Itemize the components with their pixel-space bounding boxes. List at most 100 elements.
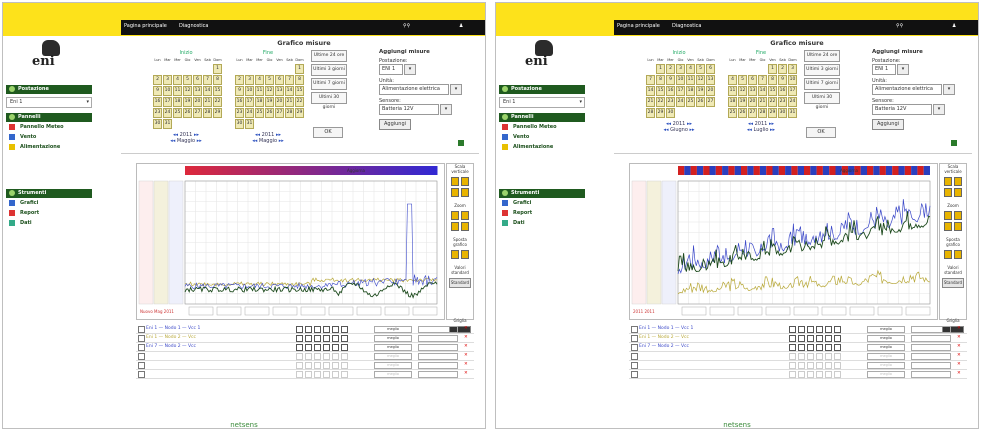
- series-checkbox[interactable]: [138, 326, 145, 333]
- calendar-day[interactable]: 23: [153, 108, 162, 118]
- left-arrow-icon[interactable]: [944, 250, 952, 259]
- calendar-day[interactable]: 4: [255, 75, 264, 85]
- breadcrumb-home[interactable]: Pagina principale: [124, 23, 167, 29]
- expand-icon[interactable]: [944, 188, 952, 197]
- calendar-day[interactable]: 31: [245, 119, 254, 129]
- series-extra-field[interactable]: [911, 344, 951, 351]
- color-icon[interactable]: [314, 362, 321, 369]
- calendar-day[interactable]: 3: [163, 75, 172, 85]
- radio-icon[interactable]: [296, 344, 303, 351]
- calendar-day[interactable]: 5: [265, 75, 274, 85]
- expand-icon[interactable]: [451, 188, 459, 197]
- close-icon[interactable]: ✕: [957, 352, 961, 360]
- close-icon[interactable]: ✕: [957, 370, 961, 378]
- calendar-day[interactable]: 22: [656, 97, 665, 107]
- calendar-day[interactable]: 27: [275, 108, 284, 118]
- calendar-day[interactable]: 12: [738, 86, 747, 96]
- chevron-down-icon[interactable]: ▾: [897, 64, 909, 75]
- calendar-day[interactable]: 18: [686, 86, 695, 96]
- calendar-day[interactable]: 6: [706, 64, 715, 74]
- calendar-day[interactable]: 20: [748, 97, 757, 107]
- plus-icon[interactable]: [451, 177, 459, 186]
- sensore-dropdown[interactable]: Batteria 12V ▾: [872, 104, 945, 115]
- calendar-day[interactable]: 19: [696, 86, 705, 96]
- calendar-day[interactable]: 13: [193, 86, 202, 96]
- color-icon[interactable]: [807, 326, 814, 333]
- calendar-day[interactable]: 3: [245, 75, 254, 85]
- series-checkbox[interactable]: [631, 326, 638, 333]
- user-icon[interactable]: ♟: [459, 23, 463, 29]
- calendar-day[interactable]: 17: [676, 86, 685, 96]
- sidebar-item-grafici[interactable]: Grafici: [499, 198, 585, 208]
- lock-icon[interactable]: [305, 326, 312, 333]
- series-scale-select[interactable]: meglio: [867, 371, 905, 378]
- calendar-day[interactable]: 8: [656, 75, 665, 85]
- marker-icon[interactable]: [825, 344, 832, 351]
- marker-icon[interactable]: [825, 362, 832, 369]
- minus-icon[interactable]: [954, 177, 962, 186]
- update-link[interactable]: Aggiorna: [347, 168, 365, 173]
- marker-icon[interactable]: [332, 335, 339, 342]
- prev-icon[interactable]: ◂◂: [747, 127, 752, 133]
- series-checkbox[interactable]: [631, 371, 638, 378]
- left-arrow-icon[interactable]: [451, 250, 459, 259]
- prev-icon[interactable]: ◂◂: [170, 138, 175, 144]
- calendar-day[interactable]: 6: [193, 75, 202, 85]
- calendar-day[interactable]: 27: [706, 97, 715, 107]
- axis-icon[interactable]: [834, 353, 841, 360]
- series-checkbox[interactable]: [138, 335, 145, 342]
- marker-icon[interactable]: [332, 344, 339, 351]
- sidebar-item-vento[interactable]: Vento: [6, 132, 92, 142]
- calendar-day[interactable]: 18: [728, 97, 737, 107]
- color-icon[interactable]: [314, 326, 321, 333]
- sidebar-item-report[interactable]: Report: [6, 208, 92, 218]
- calendar-day[interactable]: 25: [728, 108, 737, 118]
- calendar-day[interactable]: 21: [646, 97, 655, 107]
- calendar-day[interactable]: 21: [285, 97, 294, 107]
- calendar-day[interactable]: 14: [646, 86, 655, 96]
- line-style-icon[interactable]: [323, 326, 330, 333]
- right-arrow-icon[interactable]: [954, 250, 962, 259]
- chevron-down-icon[interactable]: ▾: [450, 84, 462, 95]
- calendar-day[interactable]: 26: [265, 108, 274, 118]
- calendar-day[interactable]: 8: [768, 75, 777, 85]
- radio-icon[interactable]: [789, 362, 796, 369]
- series-extra-field[interactable]: [911, 326, 951, 333]
- add-button[interactable]: Aggiungi: [379, 119, 411, 130]
- calendar-day[interactable]: 1: [768, 64, 777, 74]
- calendar-day[interactable]: 13: [706, 75, 715, 85]
- calendar-day[interactable]: 17: [163, 97, 172, 107]
- calendar-day[interactable]: 25: [686, 97, 695, 107]
- postazione-select[interactable]: Eni 1 ▾: [499, 97, 585, 108]
- quick-7d-button[interactable]: Ultimi 7 giorni: [311, 78, 347, 90]
- series-extra-field[interactable]: [418, 335, 458, 342]
- zoom-fit-icon[interactable]: [944, 222, 952, 231]
- axis-icon[interactable]: [341, 326, 348, 333]
- export-icon[interactable]: [951, 140, 957, 146]
- color-icon[interactable]: [807, 344, 814, 351]
- calendar-day[interactable]: 6: [748, 75, 757, 85]
- series-scale-select[interactable]: meglio: [867, 335, 905, 342]
- axis-icon[interactable]: [341, 335, 348, 342]
- calendar-day[interactable]: 8: [295, 75, 304, 85]
- calendar-day[interactable]: 8: [213, 75, 222, 85]
- axis-icon[interactable]: [341, 344, 348, 351]
- quick-30d-button[interactable]: Ultimi 30 giorni: [311, 92, 347, 110]
- calendar-day[interactable]: 4: [686, 64, 695, 74]
- calendar-day[interactable]: 29: [213, 108, 222, 118]
- series-extra-field[interactable]: [911, 353, 951, 360]
- radio-icon[interactable]: [789, 326, 796, 333]
- color-icon[interactable]: [314, 335, 321, 342]
- calendar-day[interactable]: 10: [788, 75, 797, 85]
- axis-icon[interactable]: [834, 344, 841, 351]
- calendar-day[interactable]: 30: [235, 119, 244, 129]
- zoom-out-icon[interactable]: [954, 211, 962, 220]
- calendar-day[interactable]: 2: [235, 75, 244, 85]
- radio-icon[interactable]: [296, 353, 303, 360]
- calendar-day[interactable]: 29: [295, 108, 304, 118]
- calendar-day[interactable]: 7: [285, 75, 294, 85]
- calendar-day[interactable]: 11: [686, 75, 695, 85]
- next-icon[interactable]: ▸▸: [770, 127, 775, 133]
- calendar-day[interactable]: 15: [295, 86, 304, 96]
- calendar-day[interactable]: 7: [758, 75, 767, 85]
